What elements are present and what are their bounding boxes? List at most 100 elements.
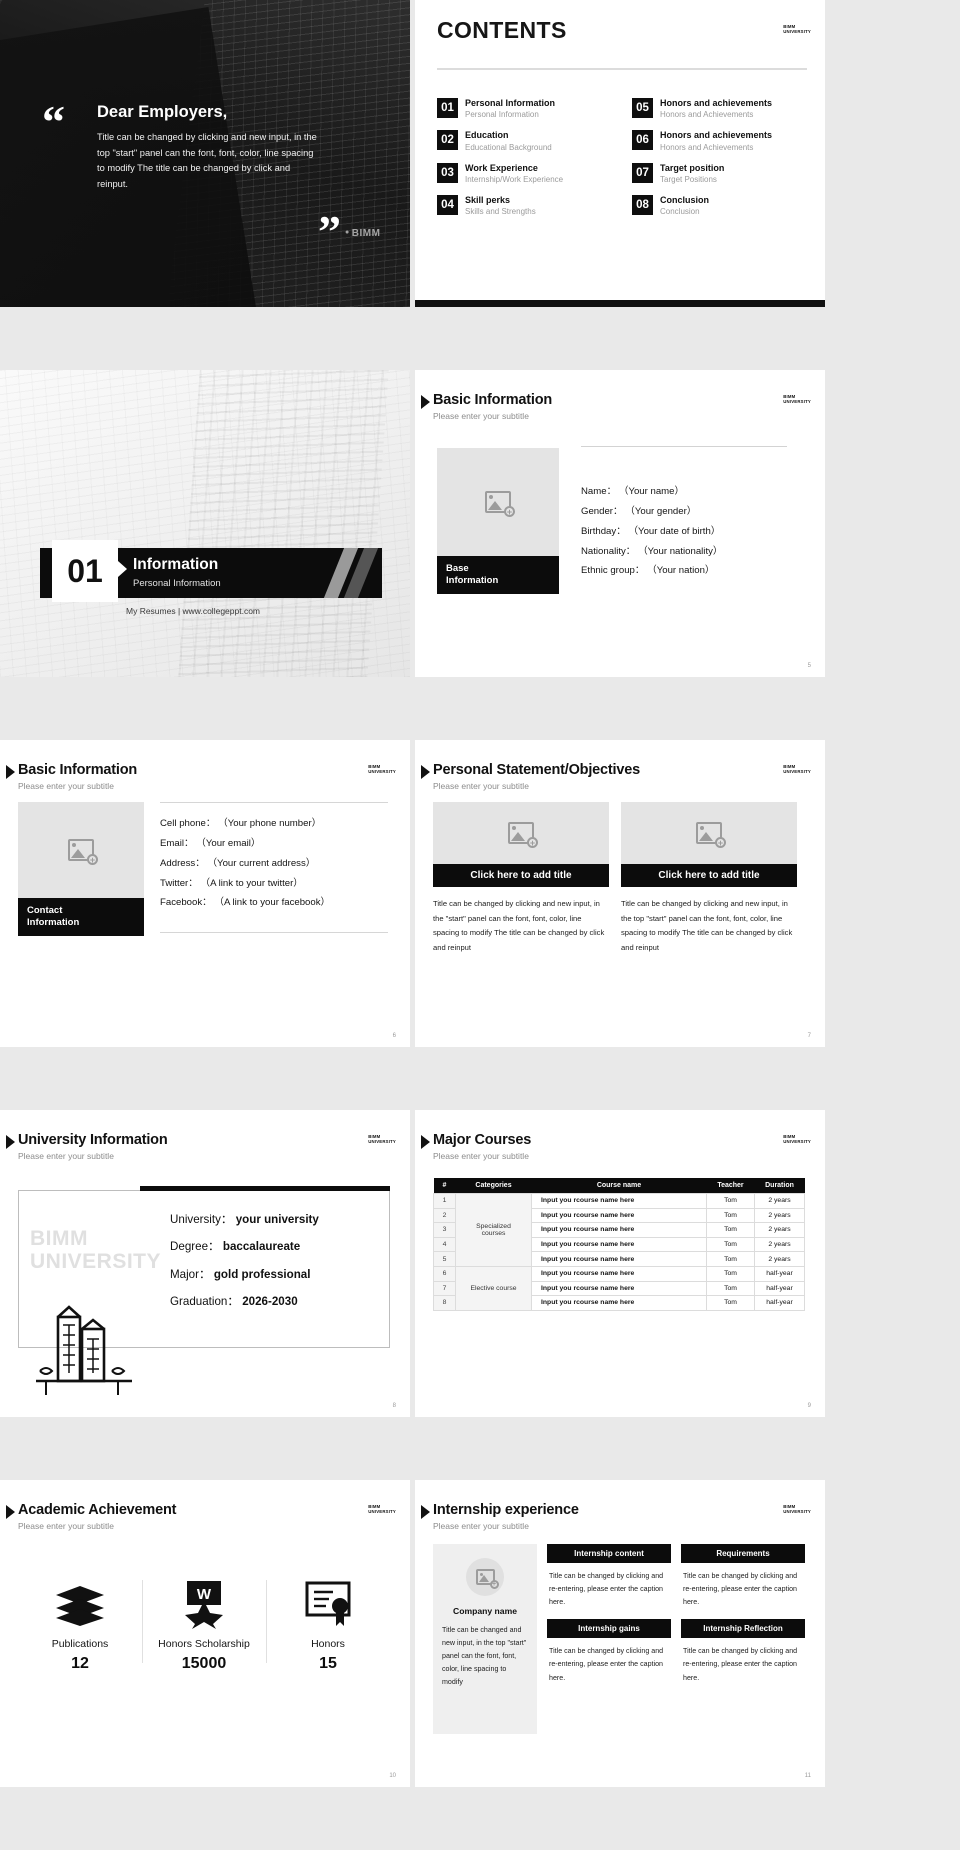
medal-icon: W: [142, 1576, 266, 1632]
photo-placeholder[interactable]: +: [18, 802, 144, 898]
toc-number: 04: [437, 195, 458, 216]
cell-teacher: Tom: [706, 1251, 755, 1267]
info-row: Ethnic group： （Your nation）: [581, 565, 715, 577]
toc-subtitle: Personal Information: [465, 110, 539, 120]
toc-number: 06: [632, 130, 653, 151]
courses-table: # Categories Course name Teacher Duratio…: [433, 1178, 805, 1311]
cell-teacher: Tom: [706, 1236, 755, 1253]
page-number: 8: [392, 1403, 396, 1409]
toc-item[interactable]: 04 Skill perks Skills and Strengths: [437, 195, 614, 216]
card-body: Title can be changed by clicking and re-…: [683, 1647, 798, 1682]
slide-major-courses[interactable]: Major Courses Please enter your subtitle…: [415, 1110, 825, 1417]
stat-value: 15000: [181, 1655, 227, 1672]
image-placeholder-icon: +: [68, 839, 98, 865]
slide-contents[interactable]: CONTENTS BIMM UNIVERSITY 01 Personal Inf…: [415, 0, 825, 307]
cell-course-name: Input you rcourse name here: [531, 1236, 707, 1253]
card-caption[interactable]: Click here to add title: [621, 864, 797, 887]
buildings-icon: [36, 1305, 132, 1395]
info-row: Email： （Your email）: [160, 837, 261, 849]
toc-item[interactable]: 06 Honors and achievements Honors and Ac…: [632, 130, 809, 152]
internship-card[interactable]: Requirements Title can be changed by cli…: [681, 1544, 805, 1609]
slide-basic-information[interactable]: Basic Information Please enter your subt…: [415, 370, 825, 677]
bimm-watermark: BIMM: [345, 228, 380, 239]
svg-text:W: W: [197, 1586, 212, 1603]
company-body: Title can be changed and new input, in t…: [442, 1626, 527, 1686]
cell-course-name: Input you rcourse name here: [531, 1265, 707, 1282]
cell-duration: 2 years: [754, 1251, 805, 1267]
toc-subtitle: Honors and Achievements: [660, 142, 754, 152]
bottom-accent-bar: [415, 300, 825, 307]
info-row: Name： （Your name）: [581, 486, 685, 497]
cell-duration: 2 years: [754, 1222, 805, 1238]
card-caption[interactable]: Click here to add title: [433, 864, 609, 887]
toc-item[interactable]: 03 Work Experience Internship/Work Exper…: [437, 162, 614, 184]
section-title: Information: [133, 556, 219, 574]
cell-teacher: Tom: [706, 1222, 755, 1238]
slide-academic-achievement[interactable]: Academic Achievement Please enter your s…: [0, 1480, 410, 1787]
cell-index: 1: [433, 1193, 456, 1209]
photo-placeholder[interactable]: +: [433, 802, 609, 864]
stat-item[interactable]: Publications 12: [18, 1576, 142, 1673]
photo-placeholder[interactable]: +: [466, 1558, 504, 1596]
slide-university-information[interactable]: University Information Please enter your…: [0, 1110, 410, 1417]
table-of-contents: 01 Personal Information Personal Informa…: [437, 98, 809, 216]
internship-card[interactable]: Internship content Title can be changed …: [547, 1544, 671, 1609]
detail-row: Major： gold professional: [170, 1267, 311, 1281]
statement-card[interactable]: + Click here to add title Title can be c…: [433, 802, 609, 955]
toc-item[interactable]: 01 Personal Information Personal Informa…: [437, 98, 614, 119]
page-title: Basic Information: [433, 392, 553, 408]
card-heading: Internship Reflection: [681, 1619, 805, 1639]
slide-section-divider[interactable]: 01 Information Personal Information My R…: [0, 370, 410, 677]
stat-label: Honors Scholarship: [158, 1638, 250, 1650]
triangle-bullet-icon: [421, 765, 430, 779]
section-footer: My Resumes | www.collegeppt.com: [126, 606, 261, 617]
page-subtitle: Please enter your subtitle: [18, 1151, 114, 1161]
brand-logo: BIMM UNIVERSITY: [783, 24, 811, 35]
toc-item[interactable]: 02 Education Educational Background: [437, 130, 614, 152]
internship-card[interactable]: Internship Reflection Title can be chang…: [681, 1619, 805, 1684]
cell-index: 5: [433, 1251, 456, 1267]
brand-logo: BIMM UNIVERSITY: [368, 764, 396, 775]
statement-card[interactable]: + Click here to add title Title can be c…: [621, 802, 797, 955]
toc-item[interactable]: 05 Honors and achievements Honors and Ac…: [632, 98, 809, 119]
photo-caption: Base Information: [437, 556, 559, 595]
toc-number: 07: [632, 162, 653, 183]
table-row[interactable]: 1 Specialized courses Input you rcourse …: [433, 1193, 805, 1267]
col-categories: Categories: [455, 1178, 532, 1194]
quote-close-icon: ”: [318, 206, 341, 257]
toc-number: 01: [437, 98, 458, 118]
toc-subtitle: Conclusion: [660, 207, 700, 217]
card-body: Title can be changed by clicking and re-…: [549, 1572, 664, 1607]
page-number: 7: [807, 1033, 811, 1039]
slide-internship-experience[interactable]: Internship experience Please enter your …: [415, 1480, 825, 1787]
slide-cover-quote[interactable]: “ ” Dear Employers, Title can be changed…: [0, 0, 410, 307]
divider-bottom: [160, 932, 388, 933]
page-title: Basic Information: [18, 762, 138, 778]
brand-logo: BIMM UNIVERSITY: [783, 394, 811, 405]
slide-personal-statement[interactable]: Personal Statement/Objectives Please ent…: [415, 740, 825, 1047]
toc-item[interactable]: 08 Conclusion Conclusion: [632, 195, 809, 216]
cell-index: 8: [433, 1295, 456, 1311]
card-heading: Internship gains: [547, 1619, 671, 1639]
slide-header: Basic Information Please enter your subt…: [6, 762, 138, 791]
toc-title: Target position: [660, 162, 725, 173]
frame-top-accent: [140, 1186, 390, 1191]
table-row[interactable]: 6 Elective course Input you rcourse name…: [433, 1265, 805, 1311]
card-body: Title can be changed by clicking and re-…: [549, 1647, 664, 1682]
slide-contact-information[interactable]: Basic Information Please enter your subt…: [0, 740, 410, 1047]
cell-duration: 2 years: [754, 1236, 805, 1253]
cell-course-name: Input you rcourse name here: [531, 1251, 707, 1267]
photo-placeholder[interactable]: +: [437, 448, 559, 556]
photo-placeholder[interactable]: +: [621, 802, 797, 864]
brand-logo: BIMM UNIVERSITY: [368, 1504, 396, 1515]
page-number: 9: [807, 1403, 811, 1409]
company-panel[interactable]: + Company name Title can be changed and …: [433, 1544, 537, 1734]
internship-card[interactable]: Internship gains Title can be changed by…: [547, 1619, 671, 1684]
toc-item[interactable]: 07 Target position Target Positions: [632, 162, 809, 184]
col-index: #: [433, 1178, 456, 1194]
stat-item[interactable]: Honors 15: [266, 1576, 390, 1673]
stat-item[interactable]: W Honors Scholarship 15000: [142, 1576, 266, 1673]
cell-course-name: Input you rcourse name here: [531, 1295, 707, 1311]
university-detail-list: University： your university Degree： bacc…: [170, 1206, 319, 1316]
slide-header: Internship experience Please enter your …: [421, 1502, 579, 1531]
